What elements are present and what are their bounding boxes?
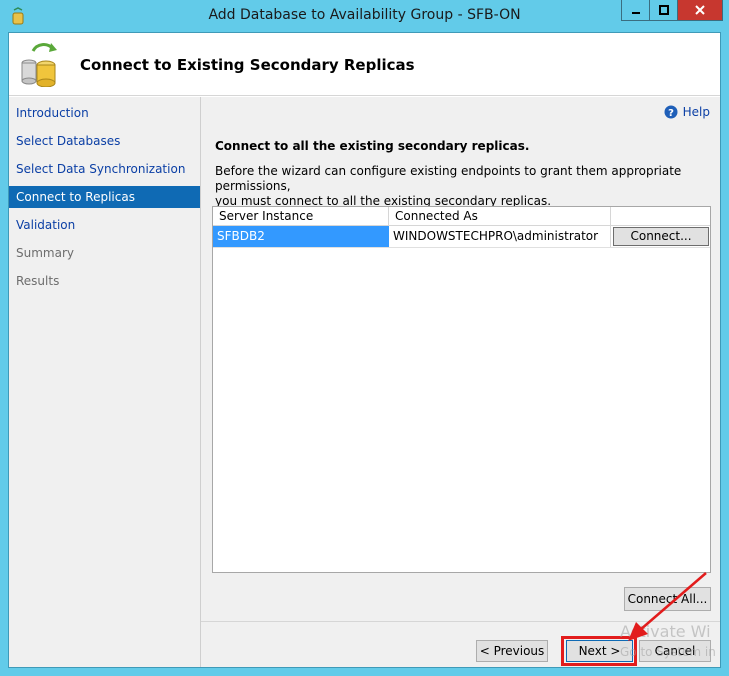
- next-button[interactable]: Next >: [566, 640, 633, 662]
- grid-header: Server Instance Connected As: [213, 207, 710, 226]
- help-label: Help: [682, 105, 710, 119]
- column-header-connected-as: Connected As: [389, 207, 611, 226]
- nav-item-introduction[interactable]: Introduction: [9, 102, 200, 124]
- connect-button[interactable]: Connect...: [613, 227, 709, 246]
- wizard-header: Connect to Existing Secondary Replicas: [9, 33, 720, 96]
- nav-item-results: Results: [16, 274, 60, 288]
- cell-server-instance[interactable]: SFBDB2: [213, 226, 389, 247]
- database-sync-icon: [21, 43, 57, 87]
- nav-item-validation[interactable]: Validation: [9, 214, 200, 236]
- replicas-grid: Server Instance Connected As SFBDB2 WIND…: [212, 206, 711, 573]
- minimize-icon: [631, 12, 640, 14]
- help-link[interactable]: ? Help: [664, 105, 710, 119]
- nav-item-connect-to-replicas[interactable]: Connect to Replicas: [9, 186, 200, 208]
- description-line-1: Before the wizard can configure existing…: [215, 164, 682, 193]
- close-button[interactable]: [678, 0, 722, 20]
- minimize-button[interactable]: [622, 0, 650, 20]
- window-title: Add Database to Availability Group - SFB…: [208, 7, 521, 23]
- nav-item-select-data-synchronization[interactable]: Select Data Synchronization: [9, 158, 200, 180]
- svg-text:?: ?: [668, 108, 674, 119]
- wizard-steps-nav: Introduction Select Databases Select Dat…: [9, 97, 201, 667]
- column-header-server-instance: Server Instance: [213, 207, 389, 226]
- previous-button[interactable]: < Previous: [476, 640, 548, 662]
- table-row[interactable]: SFBDB2 WINDOWSTECHPRO\administrator Conn…: [213, 226, 710, 248]
- nav-item-select-databases[interactable]: Select Databases: [9, 130, 200, 152]
- cell-connected-as[interactable]: WINDOWSTECHPRO\administrator: [389, 226, 611, 247]
- description: Before the wizard can configure existing…: [215, 164, 705, 209]
- wizard-footer: < Previous Next > Cancel: [201, 621, 720, 667]
- maximize-button[interactable]: [650, 0, 678, 20]
- section-heading: Connect to all the existing secondary re…: [215, 139, 530, 153]
- cancel-button[interactable]: Cancel: [639, 640, 711, 662]
- help-icon: ?: [664, 105, 678, 119]
- close-icon: [695, 5, 705, 15]
- nav-item-summary: Summary: [16, 246, 74, 260]
- page-title: Connect to Existing Secondary Replicas: [80, 56, 415, 74]
- content-panel: ? Help Connect to all the existing secon…: [201, 97, 720, 621]
- column-header-action: [611, 207, 710, 226]
- connect-all-button[interactable]: Connect All...: [624, 587, 711, 611]
- window-controls: [621, 0, 723, 21]
- wizard-window: Connect to Existing Secondary Replicas I…: [8, 32, 721, 668]
- title-bar: Add Database to Availability Group - SFB…: [0, 0, 729, 32]
- maximize-icon: [658, 5, 669, 15]
